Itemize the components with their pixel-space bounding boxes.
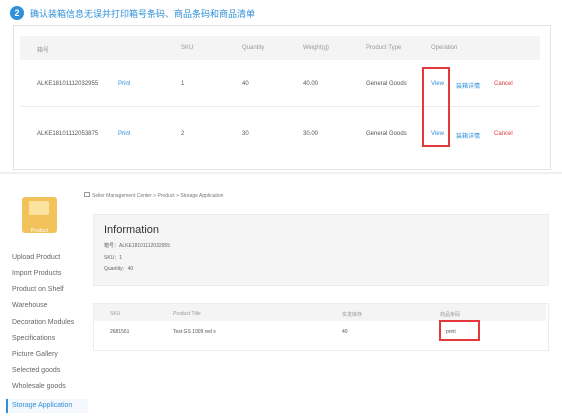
print-highlight-box (439, 320, 480, 341)
sidebar-item-picture-gallery[interactable]: Picture Gallery (12, 351, 58, 358)
row2-sku: 2 (181, 131, 185, 137)
step-title: 确认装箱信息无误并打印箱号条码、商品条码和商品清单 (30, 9, 256, 19)
sidebar-item-selected-goods[interactable]: Selected goods (12, 367, 60, 374)
detail-header-title: Product Title (173, 311, 201, 317)
sidebar-item-specifications[interactable]: Specifications (12, 335, 55, 342)
row2-cancel-link[interactable]: Cancel (494, 131, 513, 137)
box-icon (29, 201, 49, 215)
header-weight: Weight(g) (303, 45, 329, 51)
monitor-icon (84, 192, 90, 197)
section-divider (0, 172, 562, 174)
header-quantity: Quantity (242, 45, 265, 51)
header-box-no: 箱号 (37, 48, 50, 54)
row2-quantity: 30 (242, 131, 249, 137)
sidebar-item-storage-application[interactable]: Storage Application (12, 402, 72, 409)
information-title: Information (104, 224, 160, 236)
sidebar-item-product-on-shelf[interactable]: Product on Shelf (12, 286, 64, 293)
detail-header-stock: 实发库存 (342, 312, 363, 318)
view-highlight-box (422, 67, 450, 147)
row1-cancel-link[interactable]: Cancel (494, 81, 513, 87)
sidebar-item-wholesale-goods[interactable]: Wholesale goods (12, 383, 66, 390)
row2-weight: 30.00 (303, 131, 319, 137)
sidebar-item-import-products[interactable]: Import Products (12, 270, 61, 277)
information-card (93, 214, 549, 286)
info-sku: SKU：1 (104, 255, 123, 261)
row1-sku: 1 (181, 81, 185, 87)
row1-quantity: 40 (242, 81, 249, 87)
sidebar-item-decoration-modules[interactable]: Decoration Modules (12, 319, 74, 326)
header-sku: SKU (181, 45, 194, 51)
row1-type: General Goods (366, 81, 407, 87)
detail-header-barcode: 商品条码 (440, 312, 461, 318)
header-product-type: Product Type (366, 45, 402, 51)
row2-print-link[interactable]: Print (118, 131, 130, 137)
box-table-header (20, 36, 540, 60)
row1-detail-link[interactable]: 装箱详情 (456, 81, 480, 90)
sidebar-item-warehouse[interactable]: Warehouse (12, 302, 48, 309)
header-operation: Operation (431, 45, 458, 51)
detail-header-sku: SKU (110, 311, 121, 317)
row1-print-link[interactable]: Print (118, 81, 130, 87)
row-divider (20, 106, 540, 107)
detail-row-stock: 40 (342, 329, 348, 335)
detail-table-header (94, 304, 546, 321)
sidebar-item-upload-product[interactable]: Upload Product (12, 254, 60, 261)
row2-type: General Goods (366, 131, 407, 137)
info-box-no: 箱号：ALKE18101112032955 (104, 243, 170, 249)
step-number-badge: 2 (10, 6, 24, 20)
detail-row-title: Test GS 1009 red s (173, 329, 216, 335)
detail-row-sku: 2681561 (110, 329, 130, 335)
row1-weight: 40.00 (303, 81, 319, 87)
row1-box-no: ALKE18101112032955 (37, 81, 99, 87)
product-logo-label: Product (30, 228, 49, 234)
info-quantity: Quantity：40 (104, 266, 134, 272)
breadcrumb: Seller Management Center > Product > Sto… (92, 193, 224, 199)
row2-detail-link[interactable]: 装箱详情 (456, 131, 480, 140)
row2-box-no: ALKE18101112053875 (37, 131, 99, 137)
